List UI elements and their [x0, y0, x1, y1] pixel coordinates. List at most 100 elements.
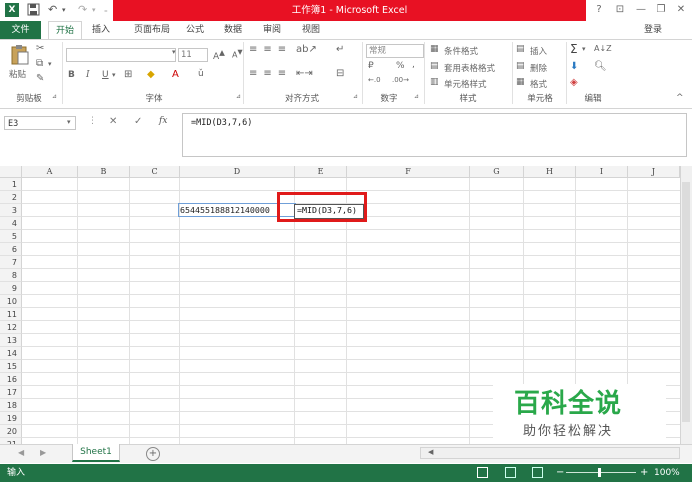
increase-decimal-icon[interactable]: ←.0: [368, 76, 381, 84]
conditional-format-icon[interactable]: ▦: [430, 44, 439, 54]
collapse-ribbon-icon[interactable]: ^: [676, 93, 684, 103]
table-format-button[interactable]: 套用表格格式: [444, 62, 495, 74]
cancel-entry-icon[interactable]: ✕: [109, 116, 117, 127]
column-header[interactable]: E: [295, 166, 347, 178]
row-header[interactable]: 1: [0, 178, 22, 191]
row-header[interactable]: 2: [0, 191, 22, 204]
tab-view[interactable]: 视图: [296, 21, 326, 39]
decrease-font-icon[interactable]: A▼: [232, 48, 243, 60]
tab-file[interactable]: 文件: [0, 21, 41, 39]
row-header[interactable]: 12: [0, 321, 22, 334]
vertical-align-icons[interactable]: ≡≡≡: [249, 44, 292, 55]
tab-page-layout[interactable]: 页面布局: [126, 21, 178, 39]
decrease-decimal-icon[interactable]: .00→: [392, 76, 409, 84]
row-header[interactable]: 6: [0, 243, 22, 256]
paste-icon[interactable]: [10, 44, 30, 66]
autosum-dropdown-icon[interactable]: ▾: [582, 45, 586, 53]
undo-icon[interactable]: ↶: [48, 3, 57, 17]
wrap-text-icon[interactable]: ↵: [336, 44, 344, 55]
normal-view-icon[interactable]: [477, 467, 488, 478]
add-sheet-icon[interactable]: +: [146, 447, 160, 461]
column-header[interactable]: B: [78, 166, 130, 178]
page-break-view-icon[interactable]: [532, 467, 543, 478]
row-header[interactable]: 11: [0, 308, 22, 321]
customize-quick-access-icon[interactable]: ₌: [104, 3, 108, 17]
conditional-format-button[interactable]: 条件格式: [444, 45, 478, 57]
zoom-in-icon[interactable]: +: [640, 464, 648, 482]
number-format-box[interactable]: 常规: [366, 44, 424, 58]
select-all-corner[interactable]: [0, 166, 22, 178]
font-name-box[interactable]: [66, 48, 176, 62]
paste-label[interactable]: 粘贴: [9, 68, 26, 80]
insert-cells-icon[interactable]: ▤: [516, 44, 525, 54]
vertical-scroll-thumb[interactable]: [682, 182, 690, 422]
page-layout-view-icon[interactable]: [505, 467, 516, 478]
percent-button[interactable]: %: [396, 61, 405, 71]
delete-cells-icon[interactable]: ▤: [516, 61, 525, 71]
insert-function-icon[interactable]: fx: [159, 116, 167, 126]
fill-icon[interactable]: ⬇: [570, 61, 578, 72]
column-header[interactable]: D: [180, 166, 295, 178]
tab-review[interactable]: 审阅: [257, 21, 287, 39]
clipboard-launcher-icon[interactable]: ⊿: [52, 93, 57, 100]
zoom-out-icon[interactable]: −: [556, 464, 564, 482]
row-header[interactable]: 15: [0, 360, 22, 373]
formula-input[interactable]: =MID(D3,7,6): [182, 113, 687, 157]
column-header[interactable]: J: [628, 166, 680, 178]
confirm-entry-icon[interactable]: ✓: [134, 116, 142, 127]
indent-icons[interactable]: ⇤⇥: [296, 68, 313, 79]
zoom-level[interactable]: 100%: [654, 464, 680, 482]
find-select-icon[interactable]: 🔍︎: [594, 61, 607, 72]
copy-icon[interactable]: ⧉: [36, 58, 43, 69]
column-header[interactable]: G: [470, 166, 524, 178]
row-header[interactable]: 14: [0, 347, 22, 360]
sign-in-link[interactable]: 登录: [644, 21, 662, 39]
undo-dropdown-icon[interactable]: ▾: [62, 3, 66, 17]
help-icon[interactable]: ?: [590, 2, 608, 18]
row-header[interactable]: 3: [0, 204, 22, 217]
autosum-icon[interactable]: Σ: [570, 42, 578, 56]
row-header[interactable]: 5: [0, 230, 22, 243]
format-cells-button[interactable]: 格式: [530, 78, 547, 90]
orientation-icon[interactable]: ab↗: [296, 44, 317, 55]
next-sheet-icon[interactable]: ▶: [40, 448, 46, 457]
column-header[interactable]: H: [524, 166, 576, 178]
row-header[interactable]: 20: [0, 425, 22, 438]
row-header[interactable]: 10: [0, 295, 22, 308]
font-launcher-icon[interactable]: ⊿: [236, 93, 241, 100]
fill-color-icon[interactable]: ◆: [147, 69, 155, 80]
cut-icon[interactable]: ✂: [36, 43, 44, 54]
bold-button[interactable]: B: [68, 70, 75, 80]
column-header[interactable]: F: [347, 166, 470, 178]
name-box[interactable]: E3: [4, 116, 76, 130]
alignment-launcher-icon[interactable]: ⊿: [353, 93, 358, 100]
tab-formulas[interactable]: 公式: [180, 21, 210, 39]
underline-dropdown-icon[interactable]: ▾: [112, 71, 116, 79]
cell-styles-button[interactable]: 单元格样式: [444, 78, 487, 90]
font-size-box[interactable]: 11: [178, 48, 208, 62]
borders-icon[interactable]: ⊞: [124, 69, 132, 80]
row-header[interactable]: 19: [0, 412, 22, 425]
increase-font-icon[interactable]: A▲: [213, 48, 225, 62]
format-cells-icon[interactable]: ▦: [516, 77, 525, 87]
underline-button[interactable]: U: [102, 70, 109, 80]
format-painter-icon[interactable]: ✎: [36, 73, 44, 84]
sort-filter-icon[interactable]: A↓Z: [594, 44, 612, 53]
column-header[interactable]: I: [576, 166, 628, 178]
italic-button[interactable]: I: [86, 70, 90, 80]
close-icon[interactable]: ✕: [672, 2, 690, 18]
clear-icon[interactable]: ◈: [570, 77, 578, 88]
prev-sheet-icon[interactable]: ◀: [18, 448, 24, 457]
row-header[interactable]: 4: [0, 217, 22, 230]
comma-button[interactable]: ,: [412, 60, 415, 70]
save-icon[interactable]: [27, 3, 40, 17]
ribbon-display-icon[interactable]: ⊡: [611, 2, 629, 18]
currency-icon[interactable]: ₽: [368, 61, 374, 71]
row-header[interactable]: 18: [0, 399, 22, 412]
copy-dropdown-icon[interactable]: ▾: [48, 60, 52, 68]
insert-cells-button[interactable]: 插入: [530, 45, 547, 57]
horizontal-align-icons[interactable]: ≡≡≡: [249, 68, 292, 79]
tab-insert[interactable]: 插入: [86, 21, 116, 39]
row-header[interactable]: 16: [0, 373, 22, 386]
tab-data[interactable]: 数据: [218, 21, 248, 39]
